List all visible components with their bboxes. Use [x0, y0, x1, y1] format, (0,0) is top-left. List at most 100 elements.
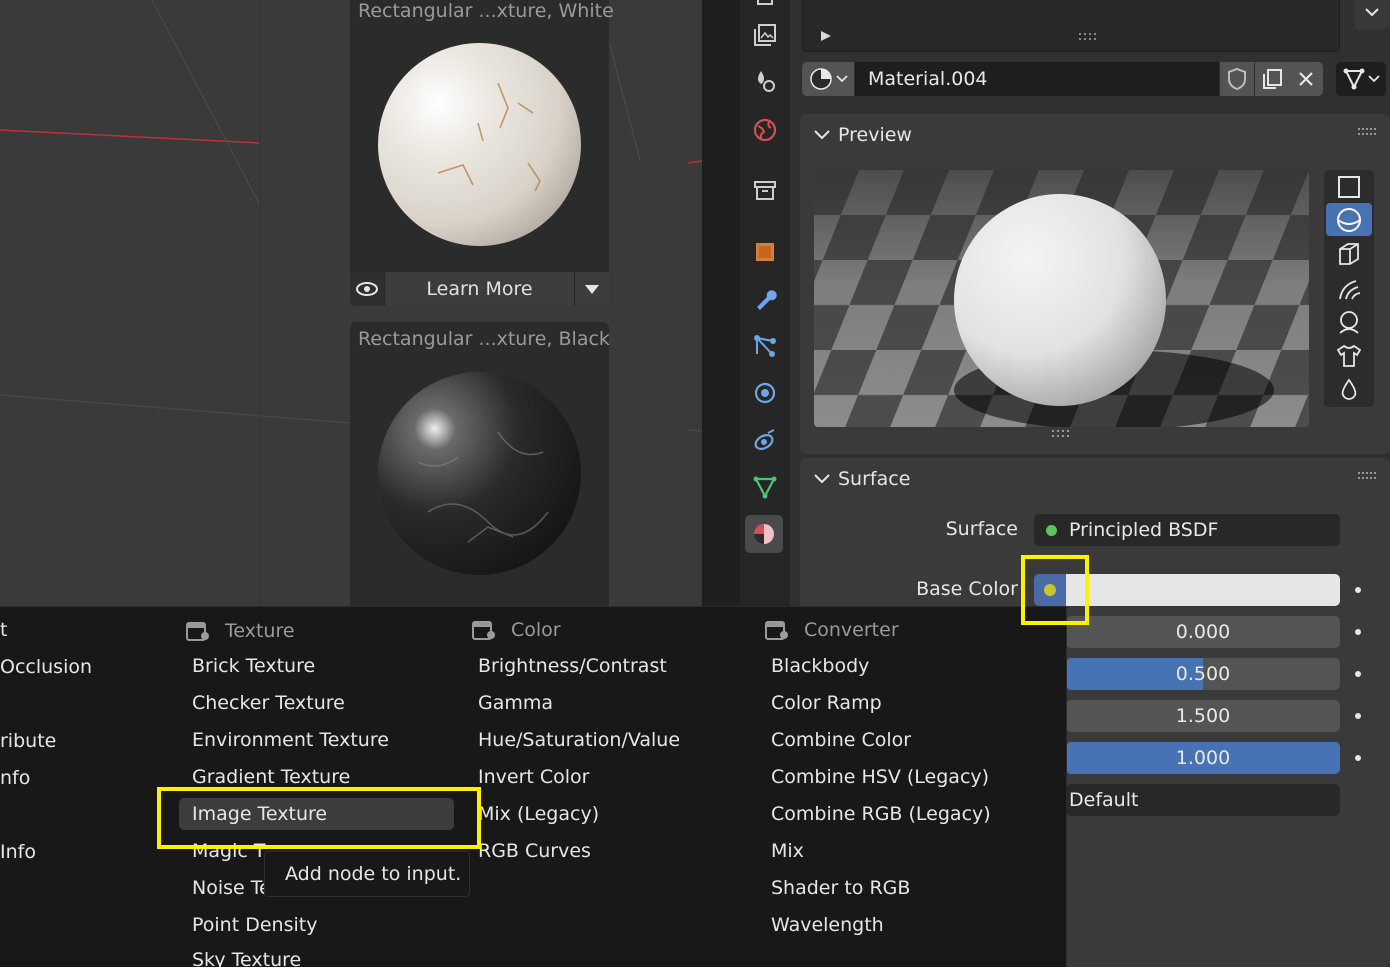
- asset-card-white[interactable]: Rectangular ...xture, White Learn More: [350, 0, 614, 306]
- surface-label: Surface: [945, 518, 1018, 540]
- menu-item-gamma[interactable]: Gamma: [478, 692, 553, 714]
- converter-header-label: Converter: [804, 619, 899, 641]
- 3d-viewport-right[interactable]: [610, 0, 702, 606]
- menu-item-partial[interactable]: Occlusion: [0, 656, 92, 678]
- menu-item-rgb-curves[interactable]: RGB Curves: [478, 840, 591, 862]
- menu-item-sky-texture[interactable]: Sky Texture: [192, 949, 301, 967]
- menu-item-environment-texture[interactable]: Environment Texture: [192, 729, 389, 751]
- preview-cube-button[interactable]: [1326, 237, 1372, 270]
- panel-grip-icon[interactable]: [1358, 128, 1378, 138]
- particles-icon: [754, 335, 776, 357]
- menu-item-point-density[interactable]: Point Density: [192, 914, 317, 936]
- shader-socket-dot: [1046, 525, 1057, 536]
- expand-slots-button[interactable]: [1354, 0, 1390, 30]
- menu-item-partial[interactable]: ribute: [0, 730, 56, 752]
- menu-item-partial[interactable]: nfo: [0, 767, 30, 789]
- drops-icon: [758, 71, 775, 92]
- ior-field[interactable]: 1.500: [1066, 700, 1340, 732]
- menu-item-combine-hsv[interactable]: Combine HSV (Legacy): [771, 766, 989, 788]
- alpha-field[interactable]: 1.000: [1066, 742, 1340, 774]
- learn-more-button[interactable]: Learn More: [384, 272, 575, 306]
- chevron-down-icon: [814, 130, 830, 140]
- preview-header[interactable]: Preview: [814, 120, 912, 150]
- texture-node-icon: [186, 622, 209, 641]
- preview-fluid-button[interactable]: [1326, 373, 1372, 406]
- keyframe-dot[interactable]: [1355, 671, 1361, 677]
- tab-tool[interactable]: [750, 0, 780, 12]
- object-square-icon: [756, 243, 774, 261]
- tab-world-shading[interactable]: [750, 66, 780, 96]
- tab-data[interactable]: [750, 472, 780, 502]
- keyframe-dot[interactable]: [1355, 587, 1361, 593]
- resize-grip-icon[interactable]: [1079, 33, 1101, 43]
- menu-item-brick-texture[interactable]: Brick Texture: [192, 655, 315, 677]
- panel-grip-icon[interactable]: [1358, 472, 1378, 482]
- box-icon: [754, 181, 776, 200]
- material-slots-list[interactable]: [802, 0, 1340, 52]
- menu-item-noise-texture[interactable]: Noise Te: [192, 877, 271, 899]
- fake-user-button[interactable]: [1220, 62, 1254, 96]
- preview-flat-button[interactable]: [1326, 170, 1372, 203]
- preview-sphere-button[interactable]: [1326, 203, 1372, 236]
- menu-item-combine-color[interactable]: Combine Color: [771, 729, 911, 751]
- preview-monkey-button[interactable]: [1326, 305, 1372, 338]
- menu-item-mix-legacy[interactable]: Mix (Legacy): [478, 803, 599, 825]
- tab-particles[interactable]: [750, 331, 780, 361]
- wrench-icon: [757, 290, 777, 310]
- menu-item-hue-saturation-value[interactable]: Hue/Saturation/Value: [478, 729, 680, 751]
- hair-icon: [1339, 279, 1361, 299]
- duplicate-material-button[interactable]: [1255, 62, 1289, 96]
- preview-eye-button[interactable]: [350, 272, 384, 306]
- normal-field[interactable]: Default: [1066, 784, 1340, 816]
- preview-resize-grip-icon[interactable]: [1052, 430, 1074, 440]
- asset-card-toolbar: Learn More: [350, 272, 609, 306]
- ior-value: 1.500: [1175, 705, 1231, 727]
- keyframe-dot[interactable]: [1355, 629, 1361, 635]
- menu-item-blackbody[interactable]: Blackbody: [771, 655, 869, 677]
- tab-material[interactable]: [745, 515, 783, 553]
- material-sphere-icon: [754, 524, 774, 544]
- converter-node-icon: [765, 621, 788, 640]
- roughness-field[interactable]: 0.500: [1066, 658, 1340, 690]
- base-color-swatch[interactable]: [1066, 574, 1340, 606]
- menu-item-checker-texture[interactable]: Checker Texture: [192, 692, 345, 714]
- menu-item-gradient-texture[interactable]: Gradient Texture: [192, 766, 350, 788]
- tab-world[interactable]: [750, 115, 780, 145]
- browse-material-button[interactable]: [802, 62, 854, 96]
- surface-shader-field[interactable]: Principled BSDF: [1034, 514, 1340, 546]
- menu-item-shader-to-rgb[interactable]: Shader to RGB: [771, 877, 910, 899]
- surface-header[interactable]: Surface: [814, 464, 910, 494]
- tab-object[interactable]: [750, 237, 780, 267]
- asset-title: Rectangular ...xture, White: [358, 0, 614, 22]
- material-name-field[interactable]: Material.004: [855, 62, 1219, 96]
- 3d-viewport[interactable]: [0, 0, 350, 606]
- tab-constraints[interactable]: [750, 425, 780, 455]
- menu-item-invert-color[interactable]: Invert Color: [478, 766, 590, 788]
- keyframe-dot[interactable]: [1355, 713, 1361, 719]
- menu-item-mix[interactable]: Mix: [771, 840, 804, 862]
- menu-item-color-ramp[interactable]: Color Ramp: [771, 692, 882, 714]
- play-icon: [821, 31, 831, 41]
- asset-dropdown-button[interactable]: [575, 272, 609, 306]
- tool-icon: [757, 0, 773, 5]
- shield-icon: [1228, 67, 1246, 91]
- triangle-down-icon: [585, 285, 599, 294]
- unlink-material-button[interactable]: [1289, 62, 1323, 96]
- menu-item-partial[interactable]: Info: [0, 841, 36, 863]
- asset-card-black[interactable]: Rectangular ...xture, Black: [350, 322, 610, 622]
- tab-physics[interactable]: [750, 378, 780, 408]
- menu-item-brightness-contrast[interactable]: Brightness/Contrast: [478, 655, 667, 677]
- menu-item-partial[interactable]: t: [0, 619, 7, 641]
- tab-collection[interactable]: [750, 175, 780, 205]
- tab-modifiers[interactable]: [750, 284, 780, 314]
- cube-icon: [1339, 242, 1359, 265]
- metallic-field[interactable]: 0.000: [1066, 616, 1340, 648]
- node-tree-button[interactable]: [1336, 62, 1386, 96]
- tab-render[interactable]: [750, 20, 780, 50]
- menu-item-combine-rgb[interactable]: Combine RGB (Legacy): [771, 803, 991, 825]
- preview-hair-button[interactable]: [1326, 271, 1372, 304]
- image-stack-icon: [754, 24, 776, 46]
- keyframe-dot[interactable]: [1355, 755, 1361, 761]
- menu-item-wavelength[interactable]: Wavelength: [771, 914, 884, 936]
- preview-cloth-button[interactable]: [1326, 339, 1372, 372]
